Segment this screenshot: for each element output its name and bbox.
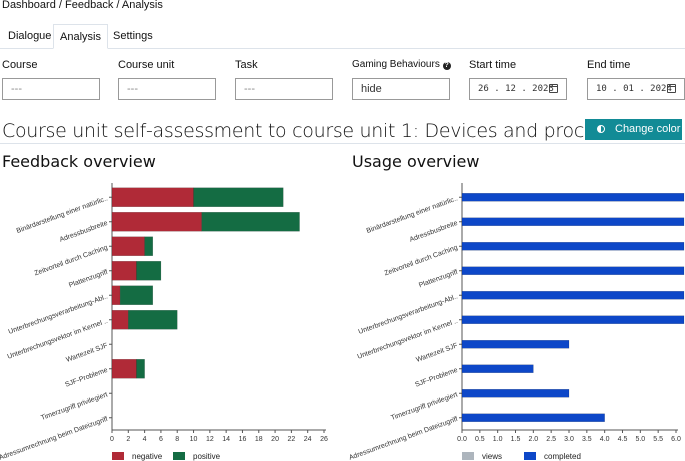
x-tick-label: 10 (190, 436, 198, 443)
bar-positive (136, 261, 162, 281)
x-tick-label: 16 (239, 436, 247, 443)
x-tick-label: 1.5 (511, 436, 521, 443)
category-label: SJF-Probleme (64, 367, 109, 389)
bar-positive (119, 285, 154, 305)
legend-swatch-negative (112, 452, 124, 460)
legend-label-completed: completed (544, 452, 581, 461)
x-tick-label: 24 (304, 436, 312, 443)
bar-completed (461, 242, 685, 251)
bar-completed (461, 389, 570, 398)
category-label: Adressbusbreite (409, 220, 459, 244)
x-tick-label: 2.5 (546, 436, 556, 443)
legend-label-positive: positive (193, 452, 221, 461)
bar-completed (461, 193, 685, 202)
x-tick-label: 0.0 (457, 436, 467, 443)
bar-completed (461, 364, 534, 373)
x-tick-label: 2 (126, 436, 130, 443)
bar-negative (111, 310, 129, 330)
bar-negative (111, 359, 137, 379)
x-tick-label: 0.5 (475, 436, 485, 443)
legend-swatch-positive (173, 452, 185, 460)
bar-positive (136, 359, 145, 379)
bar-negative (111, 261, 137, 281)
category-label: SJF-Probleme (414, 367, 459, 389)
x-tick-label: 5.0 (635, 436, 645, 443)
x-tick-label: 18 (255, 436, 263, 443)
legend-swatch-completed (524, 452, 536, 460)
bar-negative (111, 236, 145, 256)
bar-completed (461, 413, 605, 422)
x-tick-label: 3.5 (582, 436, 592, 443)
bar-completed (461, 340, 570, 349)
legend-label-negative: negative (132, 452, 163, 461)
category-label: Timerzugriff privilegiert (390, 391, 459, 422)
bar-negative (111, 285, 121, 305)
bar-positive (193, 187, 284, 207)
x-tick-label: 26 (320, 436, 328, 443)
legend-swatch-views (462, 452, 474, 460)
category-label: Wartezeit SJF (415, 342, 458, 364)
category-label: Plattenzugriff (418, 269, 459, 290)
x-tick-label: 2.0 (528, 436, 538, 443)
x-tick-label: 12 (206, 436, 214, 443)
x-tick-label: 5.5 (653, 436, 663, 443)
bar-positive (128, 310, 178, 330)
category-label: Plattenzugriff (68, 269, 109, 290)
category-label: Wartezeit SJF (65, 342, 108, 364)
x-tick-label: 4 (143, 436, 147, 443)
x-tick-label: 0 (110, 436, 114, 443)
x-tick-label: 22 (287, 436, 295, 443)
x-tick-label: 20 (271, 436, 279, 443)
bar-negative (111, 212, 202, 232)
legend-label-views: views (482, 452, 502, 461)
category-label: Adressumrechnung beim Dateizugriff (348, 416, 459, 461)
x-tick-label: 8 (175, 436, 179, 443)
bar-completed (461, 291, 685, 300)
bar-positive (201, 212, 300, 232)
bar-completed (461, 266, 685, 275)
x-tick-label: 14 (222, 436, 230, 443)
category-label: Timerzugriff privilegiert (40, 391, 109, 422)
x-tick-label: 3.0 (564, 436, 574, 443)
x-tick-label: 6 (159, 436, 163, 443)
category-label: Adressumrechnung beim Dateizugriff (0, 416, 109, 461)
charts: Binärdarstellung einer natürlic..Adressb… (0, 183, 685, 461)
x-tick-label: 4.5 (618, 436, 628, 443)
x-tick-label: 1.0 (493, 436, 503, 443)
x-tick-label: 6.0 (671, 436, 681, 443)
x-tick-label: 4.0 (600, 436, 610, 443)
bar-completed (461, 217, 685, 226)
bar-positive (144, 236, 154, 256)
category-label: Adressbusbreite (59, 220, 109, 244)
bar-completed (461, 315, 685, 324)
bar-negative (111, 187, 194, 207)
